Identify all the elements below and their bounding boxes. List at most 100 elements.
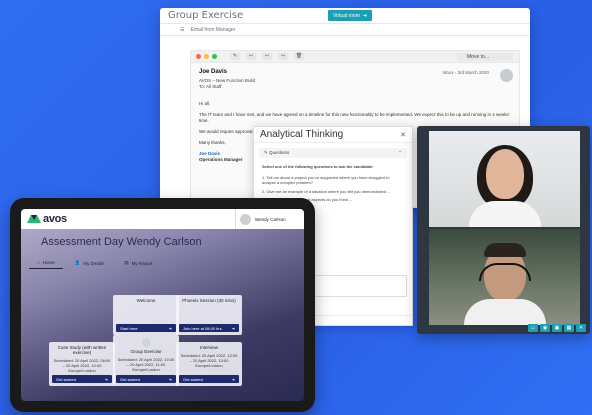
avos-logo: avos <box>27 213 67 225</box>
video-call-panel: ▭ ◉ ▣ ▦ ✕ <box>417 126 590 334</box>
title-name: Wendy Carlson <box>126 236 202 248</box>
card-group-exercise: Group Exercise Scheduled: 20 April 2022,… <box>113 335 179 386</box>
virtual-room-label: Virtual room <box>333 12 360 19</box>
email-subject: AVOS – New Function Build <box>199 78 255 83</box>
group-icon <box>141 338 151 347</box>
button-label: Start here <box>120 325 138 331</box>
paragraph-1: The IT team and I have met, and we have … <box>199 112 510 123</box>
button-label: Get started <box>56 376 76 382</box>
user-avatar <box>240 213 251 225</box>
tab-label: My Report <box>131 260 153 266</box>
card-interview: Interview Scheduled: 20 April 2022, 12:0… <box>176 342 242 386</box>
greeting: Hi all, <box>199 101 211 106</box>
chevron-up-icon: ⌃ <box>398 150 402 155</box>
card-schedule: Scheduled: 20 April 2022, 10:30 – 20 Apr… <box>117 357 175 372</box>
card-case-study: Case Study (with written exercise) Sched… <box>49 342 115 386</box>
get-started-button[interactable]: Get started ➜ <box>179 375 239 383</box>
menu-icon[interactable]: ☰ <box>180 27 184 33</box>
mail-toolbar: ✎ ↩ ↩ ↪ 🗑 Move to... <box>191 51 519 63</box>
panel-header: Analytical Thinking ✕ <box>254 127 412 143</box>
questions-label: Questions <box>269 150 290 155</box>
button-label: Join here at 08:00 hrs <box>183 325 222 331</box>
card-title: Welcome <box>136 298 156 303</box>
tablet-device: avos Wendy Carlson Assessment Day Wendy … <box>10 198 315 412</box>
enter-icon: ➜ <box>362 12 368 19</box>
user-menu[interactable]: Wendy Carlson <box>235 209 286 229</box>
participant-shirt <box>464 299 546 325</box>
screen-share-icon[interactable]: ▣ <box>552 324 562 332</box>
instruction: Select one of the following questions to… <box>262 164 374 169</box>
email-header: Group Exercise Virtual room ➜ <box>160 8 530 24</box>
tab-home[interactable]: ⌂ Home <box>29 257 63 269</box>
inbox-date: Inbox - 3rd March 2020 <box>442 70 489 75</box>
get-started-button[interactable]: Get started ➜ <box>116 375 176 383</box>
participant-shirt <box>469 201 541 227</box>
arrow-icon: ➜ <box>231 325 235 331</box>
start-button[interactable]: Start here ➜ <box>116 324 176 332</box>
panel-title: Analytical Thinking <box>260 129 344 140</box>
arrow-icon: ➜ <box>104 376 108 382</box>
window-title: Group Exercise <box>168 10 244 21</box>
forward-icon[interactable]: ↪ <box>278 53 288 60</box>
arrow-icon: ➜ <box>231 376 235 382</box>
question-1: 1. Tell me about a project you've suppor… <box>262 174 390 186</box>
email-recipients: To: All Staff <box>199 84 222 89</box>
microphone-icon[interactable]: ◉ <box>540 324 550 332</box>
tab-bar: ⌂ Home 👤 My Details ▤ My Report <box>21 257 304 269</box>
avatar <box>500 69 513 82</box>
brand-name: avos <box>43 213 67 225</box>
join-button[interactable]: Join here at 08:00 hrs ➜ <box>179 324 239 332</box>
edit-icon: ✎ <box>264 150 268 155</box>
card-schedule: Scheduled: 20 April 2022, 12:00 – 20 Apr… <box>180 353 238 368</box>
card-title: Phoenix Session (30 mins) <box>182 298 236 303</box>
layout-icon[interactable]: ▦ <box>564 324 574 332</box>
video-feed-2 <box>429 229 580 325</box>
card-title: Interview <box>199 345 218 350</box>
maximize-dot[interactable] <box>212 54 217 59</box>
sender-name: Joe Davis <box>199 69 228 75</box>
card-phoenix: Phoenix Session (30 mins) Join here at 0… <box>176 295 242 335</box>
page-title: Assessment Day Wendy Carlson <box>41 236 202 248</box>
headphones <box>479 263 531 281</box>
report-icon: ▤ <box>124 260 129 265</box>
question-2: 2. Give me an example of a situation whe… <box>262 188 391 194</box>
card-schedule: Scheduled: 20 April 2022, 08:00 – 20 Apr… <box>53 358 111 373</box>
tablet-header: avos Wendy Carlson <box>21 209 304 229</box>
card-title: Group Exercise <box>130 349 162 354</box>
title-prefix: Assessment Day <box>41 236 124 248</box>
tab-label: My Details <box>83 260 105 266</box>
reply-icon[interactable]: ↩ <box>246 53 256 60</box>
tab-my-details[interactable]: 👤 My Details <box>67 257 113 269</box>
video-feed-1 <box>429 131 580 227</box>
get-started-button[interactable]: Get started ➜ <box>52 375 112 383</box>
participant-face <box>486 149 524 199</box>
logo-mark-icon <box>27 215 41 223</box>
move-to-dropdown[interactable]: Move to... <box>457 53 513 61</box>
arrow-icon: ➜ <box>168 325 172 331</box>
tab-label: Home <box>42 260 55 265</box>
tab-my-report[interactable]: ▤ My Report <box>116 257 160 269</box>
tablet-screen: avos Wendy Carlson Assessment Day Wendy … <box>21 209 304 401</box>
participant-hair <box>484 243 526 257</box>
camera-icon[interactable]: ▭ <box>528 324 538 332</box>
minimize-dot[interactable] <box>204 54 209 59</box>
button-label: Get started <box>120 376 140 382</box>
arrow-icon: ➜ <box>168 376 172 382</box>
user-name: Wendy Carlson <box>255 216 286 222</box>
close-dot[interactable] <box>196 54 201 59</box>
card-title: Case Study (with written exercise) <box>57 345 107 355</box>
card-welcome: Welcome Start here ➜ <box>113 295 179 335</box>
email-subheader: ☰ Email from Manager <box>160 24 530 36</box>
delete-icon[interactable]: 🗑 <box>294 53 304 60</box>
home-icon: ⌂ <box>37 260 40 265</box>
button-label: Get started <box>183 376 203 382</box>
virtual-room-button[interactable]: Virtual room ➜ <box>328 10 373 21</box>
end-call-icon[interactable]: ✕ <box>576 324 586 332</box>
email-from-manager-label: Email from Manager <box>190 26 236 33</box>
close-icon[interactable]: ✕ <box>400 131 406 139</box>
questions-section[interactable]: ✎ Questions ⌃ <box>259 148 407 158</box>
reply-all-icon[interactable]: ↩ <box>262 53 272 60</box>
call-controls: ▭ ◉ ▣ ▦ ✕ <box>528 324 586 332</box>
compose-icon[interactable]: ✎ <box>230 53 240 60</box>
person-icon: 👤 <box>74 260 81 265</box>
